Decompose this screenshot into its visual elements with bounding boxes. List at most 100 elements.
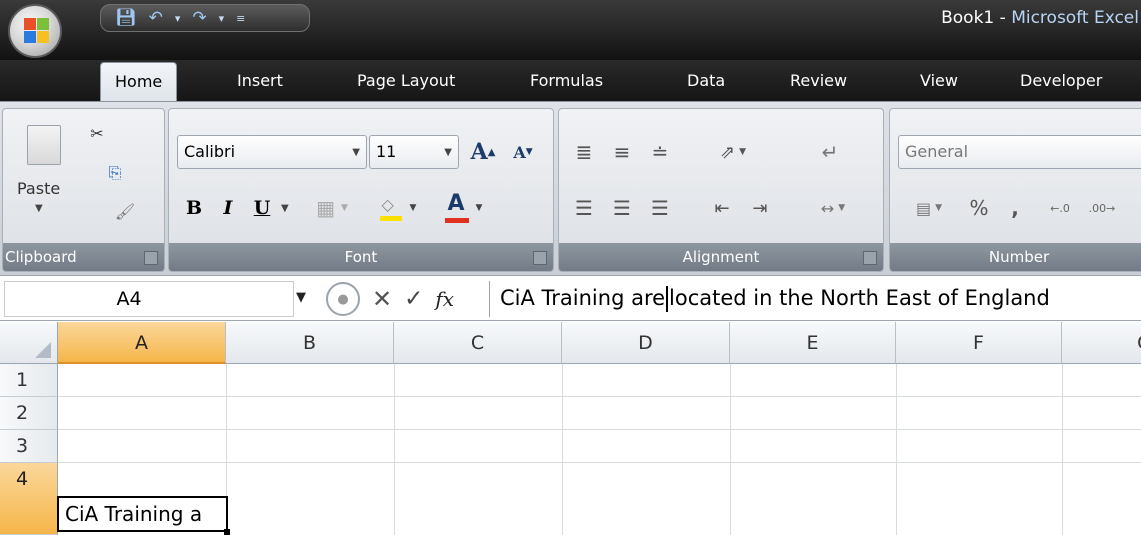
select-all-icon: [35, 342, 51, 358]
tab-review[interactable]: Review: [790, 71, 847, 90]
tab-home[interactable]: Home: [100, 62, 178, 102]
align-middle-icon[interactable]: ≡: [605, 135, 639, 169]
customize-qat-icon[interactable]: ≡: [236, 12, 245, 25]
increase-decimal-icon[interactable]: ←.0: [1040, 191, 1080, 225]
comma-style-button[interactable]: ,: [998, 191, 1032, 225]
gridline: [562, 364, 563, 535]
align-right-icon[interactable]: ☰: [643, 191, 677, 225]
row-header-3[interactable]: 3: [0, 430, 58, 463]
fill-color-icon[interactable]: ◇ ▼: [367, 191, 427, 225]
align-top-icon[interactable]: ≣: [567, 135, 601, 169]
formula-bar-separator: [489, 281, 490, 317]
wrap-text-icon[interactable]: ↵: [813, 135, 847, 169]
paste-button[interactable]: Paste ▼: [9, 115, 75, 235]
decrease-indent-icon[interactable]: ⇤: [705, 191, 739, 225]
decrease-decimal-icon[interactable]: .00→: [1082, 191, 1122, 225]
orientation-icon[interactable]: ⇗ ▼: [705, 135, 761, 169]
font-color-bar: [444, 218, 469, 223]
font-name-select[interactable]: Calibri ▼: [177, 135, 367, 169]
fill-handle[interactable]: [224, 529, 230, 535]
italic-button[interactable]: I: [213, 191, 243, 225]
font-size-select[interactable]: 11 ▼: [369, 135, 459, 169]
cancel-icon[interactable]: ✕: [372, 285, 392, 313]
title-bar: 💾︎ ↶ ▾ ↷ ▾ ≡ Book1 - Microsoft Excel: [0, 0, 1141, 60]
number-format-value: General: [905, 142, 969, 161]
borders-icon[interactable]: ▦ ▼: [301, 191, 363, 225]
bold-button[interactable]: B: [179, 191, 209, 225]
cut-icon[interactable]: ✂: [85, 121, 109, 145]
clipboard-launcher-icon[interactable]: [144, 251, 158, 265]
formula-input[interactable]: CiA Training are located in the North Eas…: [500, 281, 1140, 317]
title-separator: -: [994, 8, 1012, 28]
align-center-icon[interactable]: ☰: [605, 191, 639, 225]
office-button[interactable]: [8, 4, 62, 58]
gridline: [896, 364, 897, 535]
font-color-icon[interactable]: A ▼: [431, 191, 495, 225]
align-bottom-icon[interactable]: ≐: [643, 135, 677, 169]
underline-button[interactable]: U: [247, 191, 277, 225]
clipboard-label-text: Clipboard: [5, 248, 77, 266]
font-launcher-icon[interactable]: [533, 251, 547, 265]
column-header-f[interactable]: F: [896, 322, 1062, 364]
tab-view[interactable]: View: [920, 71, 958, 90]
gridline: [58, 396, 1141, 397]
formula-text-before-caret: CiA Training are: [500, 286, 666, 310]
increase-indent-icon[interactable]: ⇥: [743, 191, 777, 225]
merge-center-icon[interactable]: ↔ ▼: [805, 191, 861, 225]
alignment-launcher-icon[interactable]: [863, 251, 877, 265]
gridline: [730, 364, 731, 535]
number-group-label: Number: [890, 243, 1141, 271]
column-header-e[interactable]: E: [730, 322, 896, 364]
font-size-value: 11: [376, 142, 397, 161]
underline-dropdown-icon[interactable]: ▼: [281, 203, 289, 214]
undo-icon[interactable]: ↶: [149, 8, 163, 28]
gridline: [394, 364, 395, 535]
number-format-select[interactable]: General: [898, 135, 1141, 169]
grow-font-icon[interactable]: A ▲: [465, 135, 501, 169]
name-box[interactable]: A4: [4, 281, 294, 317]
font-size-dropdown-icon: ▼: [444, 147, 452, 158]
undo-dropdown-icon[interactable]: ▾: [175, 12, 181, 25]
row-header-4[interactable]: 4: [0, 463, 58, 535]
insert-function-icon[interactable]: fx: [435, 287, 454, 311]
paste-label: Paste: [17, 179, 61, 198]
tab-insert[interactable]: Insert: [237, 71, 283, 90]
formula-buttons: ● ✕ ✓ fx: [318, 281, 483, 317]
document-title: Book1: [941, 8, 995, 28]
active-cell-a4[interactable]: CiA Training a: [57, 496, 228, 532]
paste-dropdown-icon[interactable]: ▼: [35, 203, 43, 214]
copy-icon[interactable]: ⎘: [103, 161, 127, 185]
tab-data[interactable]: Data: [687, 71, 725, 90]
shrink-font-icon[interactable]: A ▼: [505, 135, 541, 169]
column-header-d[interactable]: D: [562, 322, 730, 364]
redo-dropdown-icon[interactable]: ▾: [219, 12, 225, 25]
percent-style-button[interactable]: %: [962, 191, 996, 225]
select-all-button[interactable]: [0, 322, 58, 364]
format-painter-icon[interactable]: 🖌︎: [113, 199, 137, 223]
row-header-1[interactable]: 1: [0, 364, 58, 397]
name-box-dropdown-icon[interactable]: ▼: [296, 290, 306, 305]
column-header-g[interactable]: G: [1062, 322, 1141, 364]
formula-text-after-caret: located in the North East of England: [669, 286, 1050, 310]
tab-page-layout[interactable]: Page Layout: [357, 71, 455, 90]
quick-access-toolbar: 💾︎ ↶ ▾ ↷ ▾ ≡: [100, 4, 310, 32]
tab-developer[interactable]: Developer: [1020, 71, 1102, 90]
save-icon[interactable]: 💾︎: [115, 8, 137, 28]
number-label-text: Number: [988, 248, 1050, 266]
accounting-format-icon[interactable]: ▤ ▼: [900, 191, 958, 225]
gridline: [1062, 364, 1063, 535]
redo-icon[interactable]: ↷: [192, 8, 206, 28]
align-left-icon[interactable]: ☰: [567, 191, 601, 225]
ribbon-tabs: Home Insert Page Layout Formulas Data Re…: [0, 60, 1141, 102]
gridline: [58, 429, 1141, 430]
row-header-2[interactable]: 2: [0, 397, 58, 430]
number-group: General ▤ ▼ % , ←.0 .00→ Number: [889, 108, 1141, 272]
column-header-c[interactable]: C: [394, 322, 562, 364]
column-header-a[interactable]: A: [58, 322, 226, 364]
formula-bar-circle-icon: ●: [326, 282, 360, 316]
app-name: Microsoft Excel: [1011, 8, 1139, 28]
office-logo-icon: [24, 18, 50, 44]
tab-formulas[interactable]: Formulas: [530, 71, 603, 90]
column-header-b[interactable]: B: [226, 322, 394, 364]
enter-icon[interactable]: ✓: [404, 286, 423, 312]
